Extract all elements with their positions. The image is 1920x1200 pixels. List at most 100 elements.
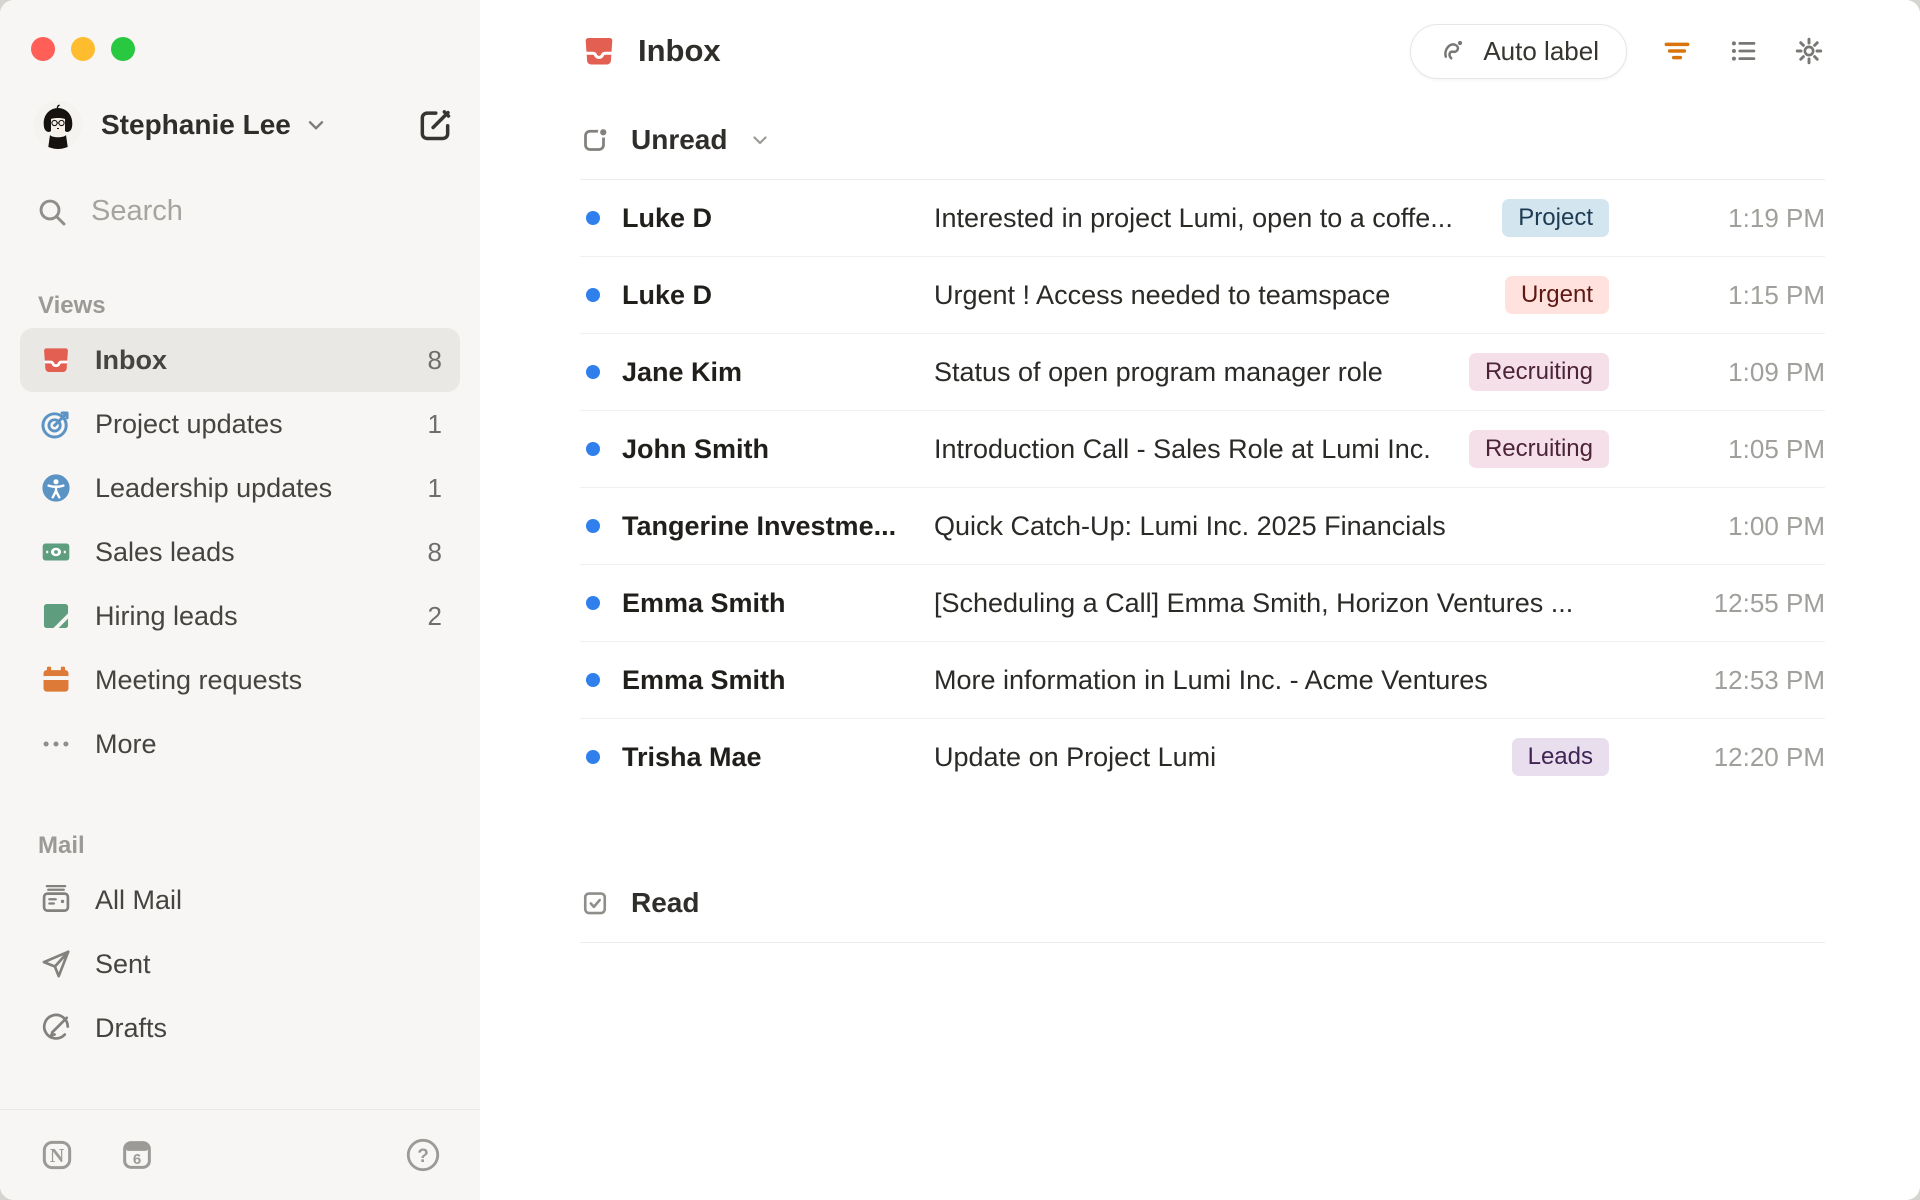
inbox-icon (580, 32, 618, 70)
read-section-toggle[interactable]: Read (580, 887, 1825, 919)
label-badge[interactable]: Project (1502, 198, 1609, 238)
unread-dot (586, 211, 600, 225)
email-sender: Tangerine Investme... (622, 510, 897, 541)
label-badge[interactable]: Recruiting (1468, 352, 1609, 392)
sidebar-item-label: Leadership updates (95, 472, 333, 503)
label-badge[interactable]: Urgent (1504, 275, 1609, 315)
sidebar-item-more[interactable]: More (20, 712, 460, 776)
email-subject: Urgent ! Access needed to teamspace (934, 279, 1391, 310)
list-view-button[interactable] (1727, 35, 1759, 67)
email-row[interactable]: John Smith Introduction Call - Sales Rol… (580, 410, 1825, 487)
sidebar-item-sales-leads[interactable]: Sales leads 8 (20, 520, 460, 584)
email-row[interactable]: Trisha Mae Update on Project Lumi Leads 12… (580, 718, 1825, 795)
email-sender: Jane Kim (622, 356, 743, 387)
email-row[interactable]: Emma Smith More information in Lumi Inc.… (580, 641, 1825, 718)
email-time: 1:19 PM (1728, 202, 1825, 233)
auto-label-button[interactable]: Auto label (1410, 23, 1627, 79)
sidebar-item-label: Meeting requests (95, 664, 303, 695)
auto-label-icon (1438, 36, 1468, 66)
checkbox-checked-icon (580, 888, 610, 918)
calendar-app-button[interactable]: 6 (118, 1136, 156, 1174)
email-sender: Emma Smith (622, 664, 786, 695)
page-title: Inbox (638, 33, 721, 68)
compose-button[interactable] (416, 106, 454, 144)
sidebar-item-sent[interactable]: Sent (20, 932, 460, 996)
read-section-label: Read (631, 887, 700, 918)
email-row[interactable]: Luke D Interested in project Lumi, open … (580, 180, 1825, 256)
calendar-icon (38, 663, 74, 697)
sidebar-footer: N 6 ? (0, 1109, 480, 1200)
sidebar-item-label: Inbox (95, 344, 167, 375)
search-button[interactable]: Search (36, 195, 454, 228)
chevron-down-icon (748, 128, 772, 152)
sidebar-item-drafts[interactable]: Drafts (20, 996, 460, 1060)
email-time: 1:00 PM (1728, 510, 1825, 541)
svg-text:N: N (50, 1145, 65, 1167)
unread-dot (586, 288, 600, 302)
ellipsis-icon (38, 727, 74, 761)
unread-dot (586, 442, 600, 456)
banknote-icon (38, 535, 74, 569)
section-title-mail: Mail (38, 832, 85, 859)
email-sender: Luke D (622, 202, 713, 233)
email-row[interactable]: Luke D Urgent ! Access needed to teamspa… (580, 256, 1825, 333)
minimize-button[interactable] (71, 37, 95, 61)
app-window: Stephanie Lee Search Views Inbox 8 Projec… (0, 0, 1920, 1200)
email-time: 1:09 PM (1728, 356, 1825, 387)
unread-square-icon (580, 125, 610, 155)
read-divider (580, 942, 1825, 943)
profile-row[interactable]: Stephanie Lee (34, 101, 454, 149)
email-sender: Emma Smith (622, 587, 786, 618)
zoom-button[interactable] (111, 37, 135, 61)
email-subject: Introduction Call - Sales Role at Lumi I… (934, 433, 1431, 464)
sidebar-item-inbox[interactable]: Inbox 8 (20, 328, 460, 392)
email-subject: Interested in project Lumi, open to a co… (934, 202, 1453, 233)
main-header: Inbox Auto label (580, 23, 1825, 79)
search-label: Search (91, 195, 183, 227)
chevron-down-icon (303, 112, 329, 138)
sidebar-item-label: Hiring leads (95, 600, 238, 631)
unread-dot (586, 673, 600, 687)
email-time: 12:20 PM (1713, 741, 1825, 772)
inbox-icon (38, 343, 74, 377)
unread-dot (586, 365, 600, 379)
sidebar-sections: Views Inbox 8 Project updates 1 Leadership… (0, 228, 480, 1060)
sidebar-item-meeting-requests[interactable]: Meeting requests (20, 648, 460, 712)
auto-label-label: Auto label (1483, 35, 1599, 66)
email-subject: Update on Project Lumi (934, 741, 1217, 772)
email-subject: Status of open program manager role (934, 356, 1383, 387)
unread-count: 8 (427, 344, 442, 375)
note-icon (38, 599, 74, 633)
close-button[interactable] (31, 37, 55, 61)
email-subject: More information in Lumi Inc. - Acme Ven… (934, 664, 1488, 695)
unread-count: 1 (427, 408, 442, 439)
avatar (34, 101, 82, 149)
label-badge[interactable]: Recruiting (1468, 429, 1609, 469)
email-row[interactable]: Tangerine Investme... Quick Catch-Up: Lu… (580, 487, 1825, 564)
sidebar-item-project-updates[interactable]: Project updates 1 (20, 392, 460, 456)
read-section: Read (580, 887, 1825, 943)
window-controls (0, 0, 480, 61)
settings-button[interactable] (1793, 35, 1825, 67)
filter-button[interactable] (1661, 35, 1693, 67)
sidebar-item-leadership-updates[interactable]: Leadership updates 1 (20, 456, 460, 520)
sidebar-item-label: Sent (95, 948, 151, 979)
unread-filter[interactable]: Unread (580, 124, 1825, 156)
label-badge[interactable]: Leads (1511, 737, 1609, 777)
help-button[interactable]: ? (404, 1136, 442, 1174)
header-actions: Auto label (1410, 23, 1825, 79)
email-time: 12:53 PM (1713, 664, 1825, 695)
sidebar: Stephanie Lee Search Views Inbox 8 Projec… (0, 0, 480, 1200)
sidebar-item-all-mail[interactable]: All Mail (20, 868, 460, 932)
target-icon (38, 407, 74, 441)
email-time: 1:15 PM (1728, 279, 1825, 310)
sidebar-item-hiring-leads[interactable]: Hiring leads 2 (20, 584, 460, 648)
unread-count: 2 (427, 600, 442, 631)
email-row[interactable]: Jane Kim Status of open program manager … (580, 333, 1825, 410)
profile-name: Stephanie Lee (101, 109, 291, 140)
unread-count: 1 (427, 472, 442, 503)
email-row[interactable]: Emma Smith [Scheduling a Call] Emma Smit… (580, 564, 1825, 641)
email-sender: Trisha Mae (622, 741, 762, 772)
notion-workspace-button[interactable]: N (38, 1136, 76, 1174)
sidebar-item-label: All Mail (95, 884, 183, 915)
